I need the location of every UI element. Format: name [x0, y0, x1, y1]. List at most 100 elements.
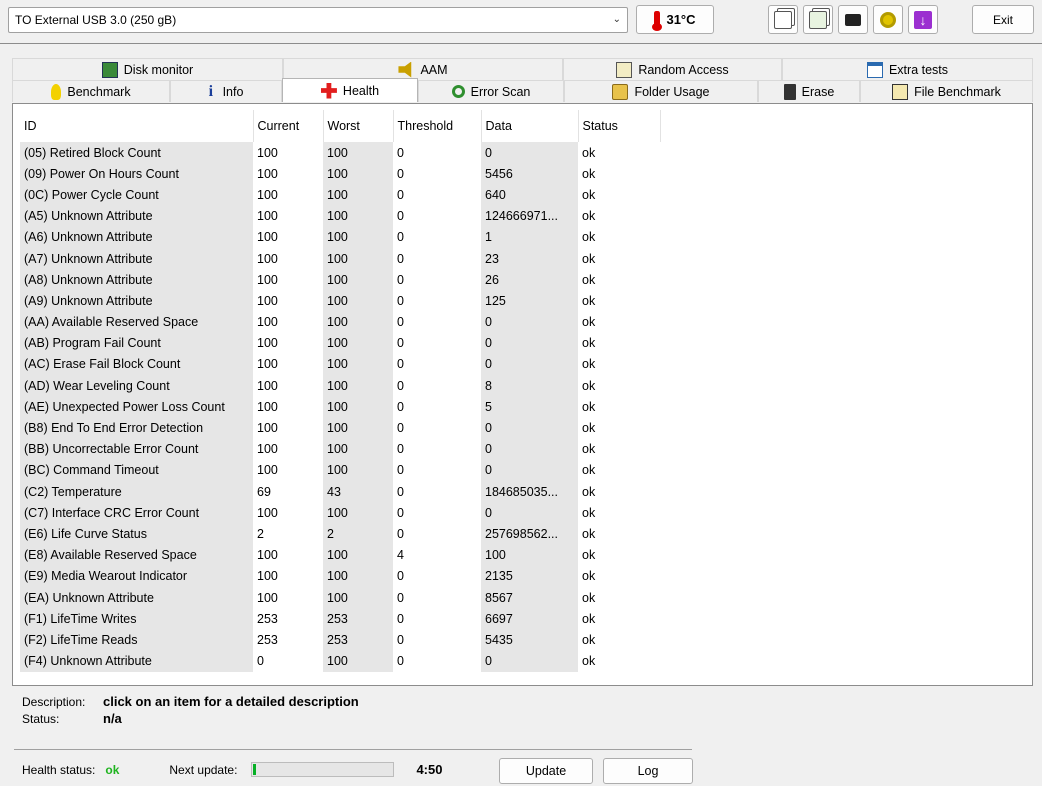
- table-row[interactable]: (A7) Unknown Attribute 100 100 0 23 ok: [20, 247, 660, 270]
- tab-error-scan[interactable]: Error Scan: [418, 80, 564, 102]
- cell-current: 100: [257, 187, 278, 202]
- cell-threshold: 0: [397, 251, 404, 266]
- cell-threshold: 0: [397, 145, 404, 160]
- tab-label: Disk monitor: [123, 62, 194, 77]
- cell-data: 0: [481, 502, 578, 524]
- table-row[interactable]: (AB) Program Fail Count 100 100 0 0 ok: [20, 332, 660, 354]
- cell-status: ok: [582, 272, 596, 287]
- table-row[interactable]: (B8) End To End Error Detection 100 100 0 0 o…: [20, 417, 660, 439]
- lightbulb-icon: [51, 83, 62, 100]
- cell-worst: 43: [323, 481, 393, 503]
- tab-disk-monitor[interactable]: Disk monitor: [12, 58, 283, 80]
- cell-current: 100: [257, 378, 278, 393]
- cell-worst: 100: [323, 650, 393, 672]
- table-row[interactable]: (A8) Unknown Attribute 100 100 0 26 ok: [20, 269, 660, 291]
- cell-data: 5456: [481, 163, 578, 185]
- chevron-down-icon: ⌄: [612, 14, 621, 25]
- tab-random-access[interactable]: Random Access: [563, 58, 782, 80]
- cell-worst: 100: [323, 544, 393, 566]
- cell-threshold: 0: [397, 399, 404, 414]
- cell-worst: 100: [323, 290, 393, 312]
- column-header-current[interactable]: Current: [253, 110, 324, 142]
- smart-attributes-table[interactable]: ID Current Worst Threshold Data Status (…: [20, 110, 661, 672]
- cell-id: (C2) Temperature: [20, 481, 253, 503]
- cell-worst: 100: [323, 353, 393, 376]
- cell-id: (E6) Life Curve Status: [20, 523, 253, 545]
- table-row[interactable]: (BC) Command Timeout 100 100 0 0 ok: [20, 459, 660, 481]
- cell-status: ok: [582, 654, 596, 669]
- cell-worst: 100: [323, 459, 393, 481]
- cell-worst: 100: [323, 269, 393, 291]
- table-row[interactable]: (EA) Unknown Attribute 100 100 0 8567 ok: [20, 586, 660, 609]
- table-row[interactable]: (C2) Temperature 69 43 0 184685035... ok: [20, 481, 660, 503]
- temperature-value: 31°C: [666, 12, 696, 27]
- tab-row-1: Disk monitor AAM Random Access Extra tes…: [12, 58, 1033, 80]
- table-row[interactable]: (09) Power On Hours Count 100 100 0 5456 ok: [20, 163, 660, 185]
- trash-icon: [783, 83, 796, 100]
- tab-aam[interactable]: AAM: [283, 58, 563, 80]
- log-button[interactable]: Log: [603, 758, 693, 784]
- description-area: Description: click on an item for a deta…: [22, 693, 359, 727]
- cell-data: 23: [481, 247, 578, 270]
- cell-threshold: 0: [397, 463, 404, 478]
- table-row[interactable]: (F2) LifeTime Reads 253 253 0 5435 ok: [20, 629, 660, 651]
- cell-worst: 100: [323, 247, 393, 270]
- table-row[interactable]: (AE) Unexpected Power Loss Count 100 100 0 5…: [20, 396, 660, 418]
- copy-image-icon: [809, 10, 827, 29]
- cell-status: ok: [582, 442, 596, 457]
- table-row[interactable]: (AC) Erase Fail Block Count 100 100 0 0 ok: [20, 353, 660, 376]
- cell-data: 0: [481, 438, 578, 460]
- cell-worst: 100: [323, 502, 393, 524]
- column-header-status[interactable]: Status: [578, 110, 661, 142]
- temperature-button[interactable]: 31°C: [636, 5, 714, 34]
- column-header-id[interactable]: ID: [20, 110, 254, 142]
- thermometer-icon: [652, 10, 663, 31]
- cell-threshold: 0: [397, 632, 404, 647]
- cell-current: 100: [257, 357, 278, 372]
- cell-id: (A8) Unknown Attribute: [20, 269, 253, 291]
- table-row[interactable]: (AA) Available Reserved Space 100 100 0 0 ok: [20, 311, 660, 333]
- exit-button[interactable]: Exit: [972, 5, 1034, 34]
- tab-info[interactable]: i Info: [170, 80, 282, 102]
- screenshot-button[interactable]: [838, 5, 868, 34]
- health-panel: ID Current Worst Threshold Data Status (…: [12, 103, 1033, 686]
- tab-health[interactable]: Health: [282, 78, 418, 102]
- cell-current: 100: [257, 590, 278, 605]
- cell-current: 253: [257, 632, 278, 647]
- table-row[interactable]: (05) Retired Block Count 100 100 0 0 ok: [20, 142, 660, 164]
- cell-id: (A6) Unknown Attribute: [20, 226, 253, 248]
- table-row[interactable]: (A6) Unknown Attribute 100 100 0 1 ok: [20, 226, 660, 248]
- table-row[interactable]: (BB) Uncorrectable Error Count 100 100 0 0 ok: [20, 438, 660, 460]
- table-row[interactable]: (A9) Unknown Attribute 100 100 0 125 ok: [20, 290, 660, 312]
- cell-data: 125: [481, 290, 578, 312]
- options-button[interactable]: [873, 5, 903, 34]
- cell-id: (F4) Unknown Attribute: [20, 650, 253, 672]
- update-button[interactable]: Update: [499, 758, 593, 784]
- next-update-time: 4:50: [416, 762, 443, 777]
- tab-erase[interactable]: Erase: [758, 80, 860, 102]
- tab-extra-tests[interactable]: Extra tests: [782, 58, 1033, 80]
- table-row[interactable]: (C7) Interface CRC Error Count 100 100 0 0 ok: [20, 502, 660, 524]
- column-header-data[interactable]: Data: [481, 110, 579, 142]
- column-header-threshold[interactable]: Threshold: [393, 110, 482, 142]
- cell-data: 5: [481, 396, 578, 418]
- drive-select[interactable]: TO External USB 3.0 (250 gB) ⌄: [8, 7, 628, 33]
- table-row[interactable]: (E6) Life Curve Status 2 2 0 257698562... ok: [20, 523, 660, 545]
- table-row[interactable]: (E9) Media Wearout Indicator 100 100 0 2135 o…: [20, 565, 660, 587]
- copy-text-button[interactable]: [768, 5, 798, 34]
- cell-status: ok: [582, 569, 596, 584]
- tab-folder-usage[interactable]: Folder Usage: [564, 80, 758, 102]
- download-update-button[interactable]: ↓: [908, 5, 938, 34]
- copy-image-button[interactable]: [803, 5, 833, 34]
- tab-benchmark[interactable]: Benchmark: [12, 80, 170, 102]
- table-row[interactable]: (0C) Power Cycle Count 100 100 0 640 ok: [20, 184, 660, 206]
- cell-worst: 2: [323, 523, 393, 545]
- column-header-worst[interactable]: Worst: [323, 110, 394, 142]
- table-row[interactable]: (F1) LifeTime Writes 253 253 0 6697 ok: [20, 608, 660, 630]
- tab-file-benchmark[interactable]: File Benchmark: [860, 80, 1033, 102]
- table-row[interactable]: (F4) Unknown Attribute 0 100 0 0 ok: [20, 650, 660, 672]
- table-row[interactable]: (AD) Wear Leveling Count 100 100 0 8 ok: [20, 375, 660, 397]
- table-row[interactable]: (A5) Unknown Attribute 100 100 0 124666971..…: [20, 205, 660, 227]
- description-label: Description:: [22, 694, 86, 709]
- table-row[interactable]: (E8) Available Reserved Space 100 100 4 100 o…: [20, 544, 660, 566]
